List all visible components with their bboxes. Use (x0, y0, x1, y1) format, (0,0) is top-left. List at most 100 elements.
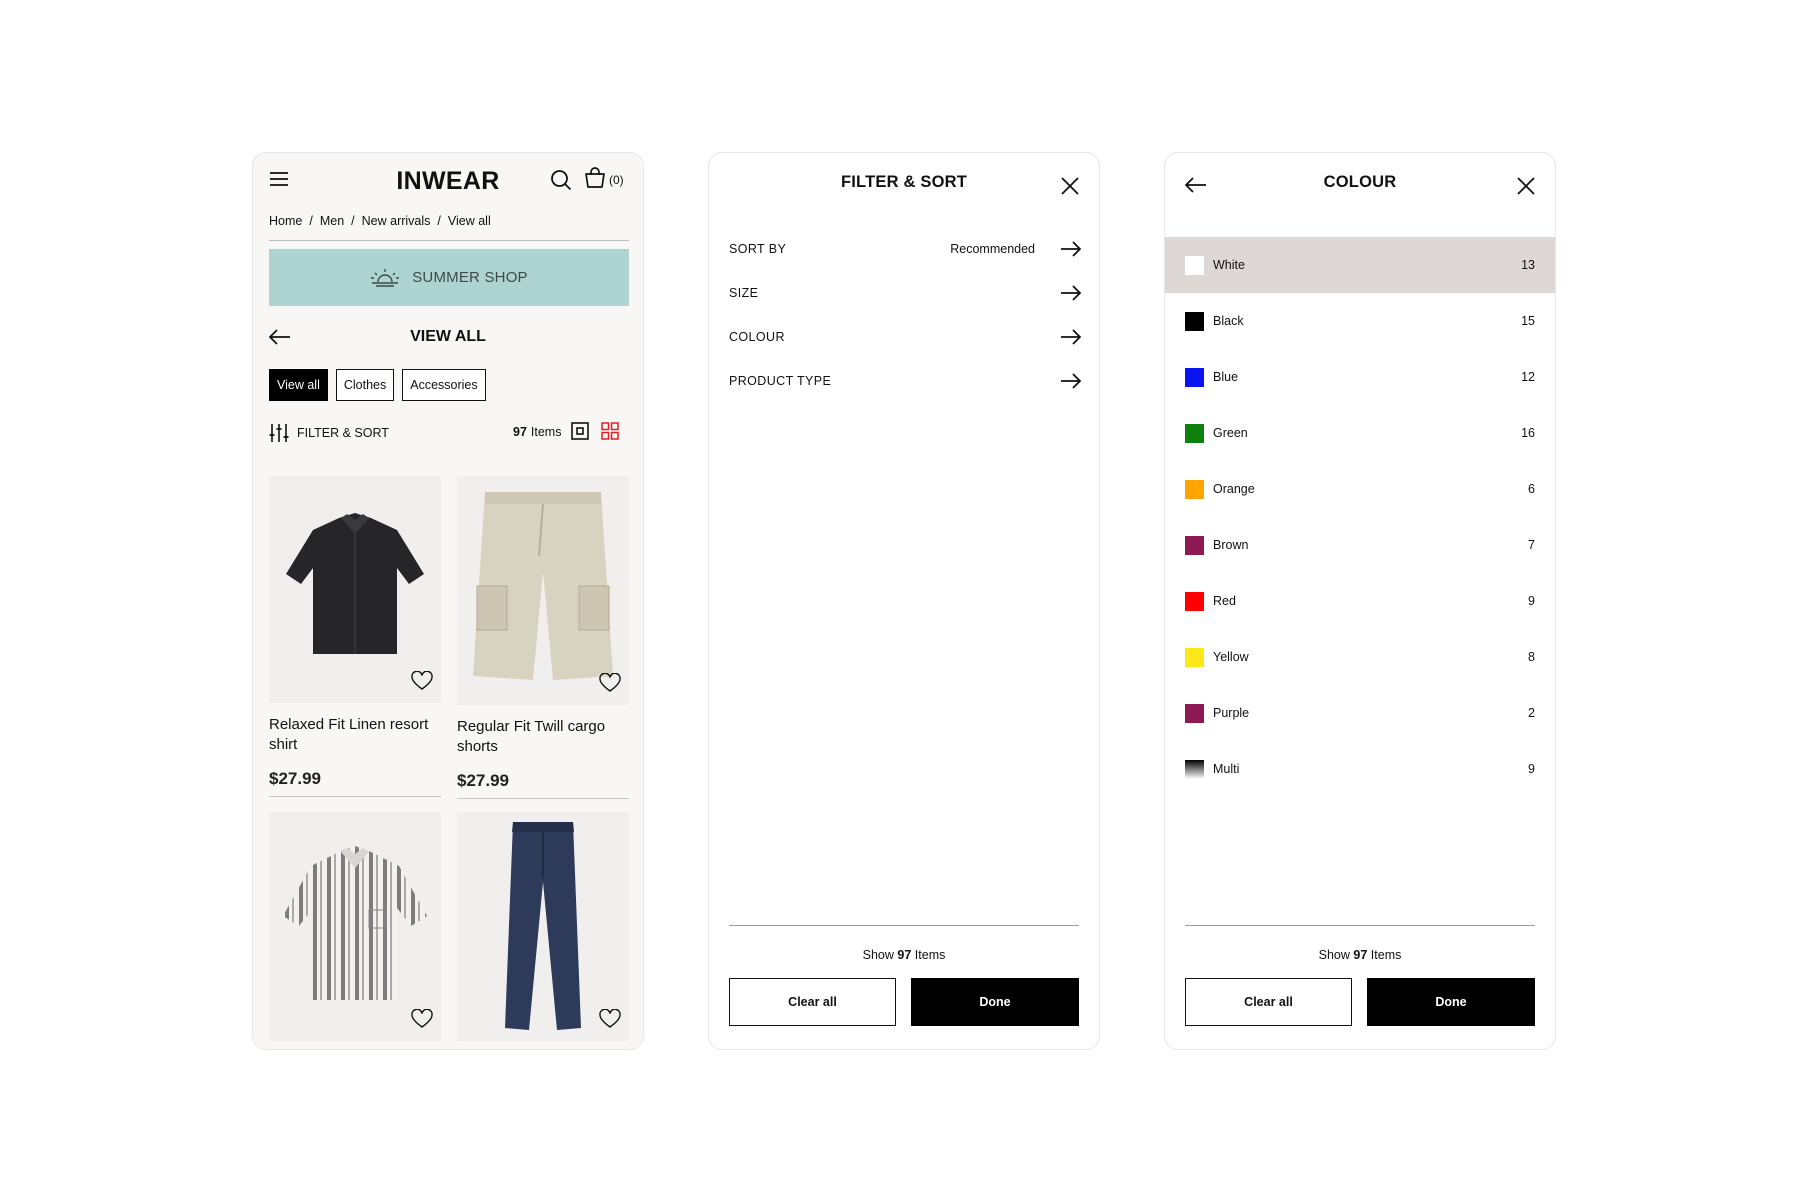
category-chips: View all Clothes Accessories (269, 369, 486, 401)
colour-name: Multi (1213, 762, 1240, 776)
breadcrumb-separator: / (437, 214, 441, 228)
colour-row-orange[interactable]: Orange 6 (1165, 461, 1555, 517)
product-listing-screen: INWEAR (0) Home / Men / New arrivals / V… (252, 152, 644, 1050)
sort-by-option[interactable]: SORT BY Recommended (729, 237, 1081, 261)
single-view-icon[interactable] (571, 422, 589, 440)
close-icon[interactable] (1061, 177, 1079, 195)
product-name[interactable]: Regular Fit Twill cargo shorts (457, 717, 629, 757)
filter-sort-sheet: FILTER & SORT SORT BY Recommended SIZE C… (708, 152, 1100, 1050)
product-image-cargo-shorts[interactable] (457, 476, 629, 705)
colour-swatch (1185, 479, 1204, 499)
colour-swatch (1185, 367, 1204, 387)
summer-shop-banner[interactable]: SUMMER SHOP (269, 249, 629, 306)
colour-name: Green (1213, 426, 1248, 440)
colour-count: 12 (1521, 370, 1535, 384)
breadcrumb-new-arrivals[interactable]: New arrivals (362, 214, 431, 228)
chip-accessories[interactable]: Accessories (402, 369, 486, 401)
heart-icon[interactable] (599, 1009, 621, 1029)
colour-row-white[interactable]: White 13 (1165, 237, 1555, 293)
breadcrumb-home[interactable]: Home (269, 214, 302, 228)
page-title: VIEW ALL (410, 328, 486, 345)
colour-row-brown[interactable]: Brown 7 (1165, 517, 1555, 573)
colour-count: 6 (1528, 482, 1535, 496)
colour-count: 16 (1521, 426, 1535, 440)
product-image-striped-shirt[interactable] (269, 812, 441, 1041)
divider (269, 796, 441, 797)
colour-count: 7 (1528, 538, 1535, 552)
close-icon[interactable] (1517, 177, 1535, 195)
colour-swatch (1185, 535, 1204, 555)
item-count-suffix: Items (530, 425, 562, 439)
filter-sort-label: FILTER & SORT (297, 426, 389, 440)
colour-swatch (1185, 759, 1204, 779)
option-label: PRODUCT TYPE (729, 374, 832, 388)
bag-icon[interactable] (583, 167, 607, 189)
breadcrumb-view-all[interactable]: View all (448, 214, 491, 228)
colour-swatch (1185, 311, 1204, 331)
filter-sliders-icon (269, 423, 289, 443)
banner-label: SUMMER SHOP (412, 269, 528, 286)
show-prefix: Show (1318, 948, 1350, 962)
option-label: COLOUR (729, 330, 785, 344)
colour-swatch (1185, 255, 1204, 275)
option-label: SORT BY (729, 242, 787, 256)
clear-all-button[interactable]: Clear all (1185, 978, 1352, 1026)
colour-name: Orange (1213, 482, 1255, 496)
search-icon[interactable] (550, 169, 572, 191)
colour-row-red[interactable]: Red 9 (1165, 573, 1555, 629)
colour-filter-sheet: COLOUR White 13 Black 15 Blue 12 Green 16 Orange… (1164, 152, 1556, 1050)
colour-row-black[interactable]: Black 15 (1165, 293, 1555, 349)
show-items-count: Show 97 Items (1165, 948, 1555, 962)
colour-count: 9 (1528, 594, 1535, 608)
show-suffix: Items (914, 948, 946, 962)
arrow-right-icon (1061, 241, 1081, 257)
colour-swatch (1185, 591, 1204, 611)
breadcrumb-separator: / (309, 214, 313, 228)
done-button[interactable]: Done (1367, 978, 1535, 1026)
colour-name: Purple (1213, 706, 1250, 720)
colour-option[interactable]: COLOUR (729, 325, 1081, 349)
colour-row-multi[interactable]: Multi 9 (1165, 741, 1555, 797)
colour-row-green[interactable]: Green 16 (1165, 405, 1555, 461)
breadcrumb: Home / Men / New arrivals / View all (269, 214, 491, 228)
colour-name: Brown (1213, 538, 1249, 552)
heart-icon[interactable] (411, 671, 433, 691)
heart-icon[interactable] (411, 1009, 433, 1029)
colour-count: 8 (1528, 650, 1535, 664)
clear-all-button[interactable]: Clear all (729, 978, 896, 1026)
arrow-right-icon (1061, 373, 1081, 389)
done-button[interactable]: Done (911, 978, 1079, 1026)
sheet-title: FILTER & SORT (840, 173, 968, 191)
breadcrumb-separator: / (351, 214, 355, 228)
bag-count: (0) (609, 173, 624, 187)
divider (1185, 925, 1535, 926)
colour-name: Red (1213, 594, 1236, 608)
colour-row-blue[interactable]: Blue 12 (1165, 349, 1555, 405)
size-option[interactable]: SIZE (729, 281, 1081, 305)
divider (729, 925, 1079, 926)
show-prefix: Show (862, 948, 894, 962)
grid-view-icon[interactable] (601, 422, 619, 440)
product-image-linen-shirt[interactable] (269, 476, 441, 703)
colour-name: Blue (1213, 370, 1239, 384)
item-count: 97 Items (513, 425, 561, 439)
arrow-right-icon (1061, 329, 1081, 345)
heart-icon[interactable] (599, 673, 621, 693)
colour-swatch (1185, 703, 1204, 723)
colour-row-purple[interactable]: Purple 2 (1165, 685, 1555, 741)
colour-row-yellow[interactable]: Yellow 8 (1165, 629, 1555, 685)
sheet-title: COLOUR (1323, 173, 1397, 191)
show-count: 97 (1353, 948, 1368, 962)
colour-swatch (1185, 647, 1204, 667)
product-image-navy-trousers[interactable] (457, 812, 629, 1041)
show-items-count: Show 97 Items (709, 948, 1099, 962)
product-name[interactable]: Relaxed Fit Linen resort shirt (269, 715, 441, 755)
chip-view-all[interactable]: View all (269, 369, 328, 401)
item-count-number: 97 (513, 425, 527, 439)
breadcrumb-men[interactable]: Men (320, 214, 344, 228)
product-type-option[interactable]: PRODUCT TYPE (729, 369, 1081, 393)
filter-sort-button[interactable]: FILTER & SORT (269, 423, 389, 443)
chip-clothes[interactable]: Clothes (335, 369, 395, 401)
sunset-icon (370, 267, 400, 289)
divider (269, 240, 629, 241)
